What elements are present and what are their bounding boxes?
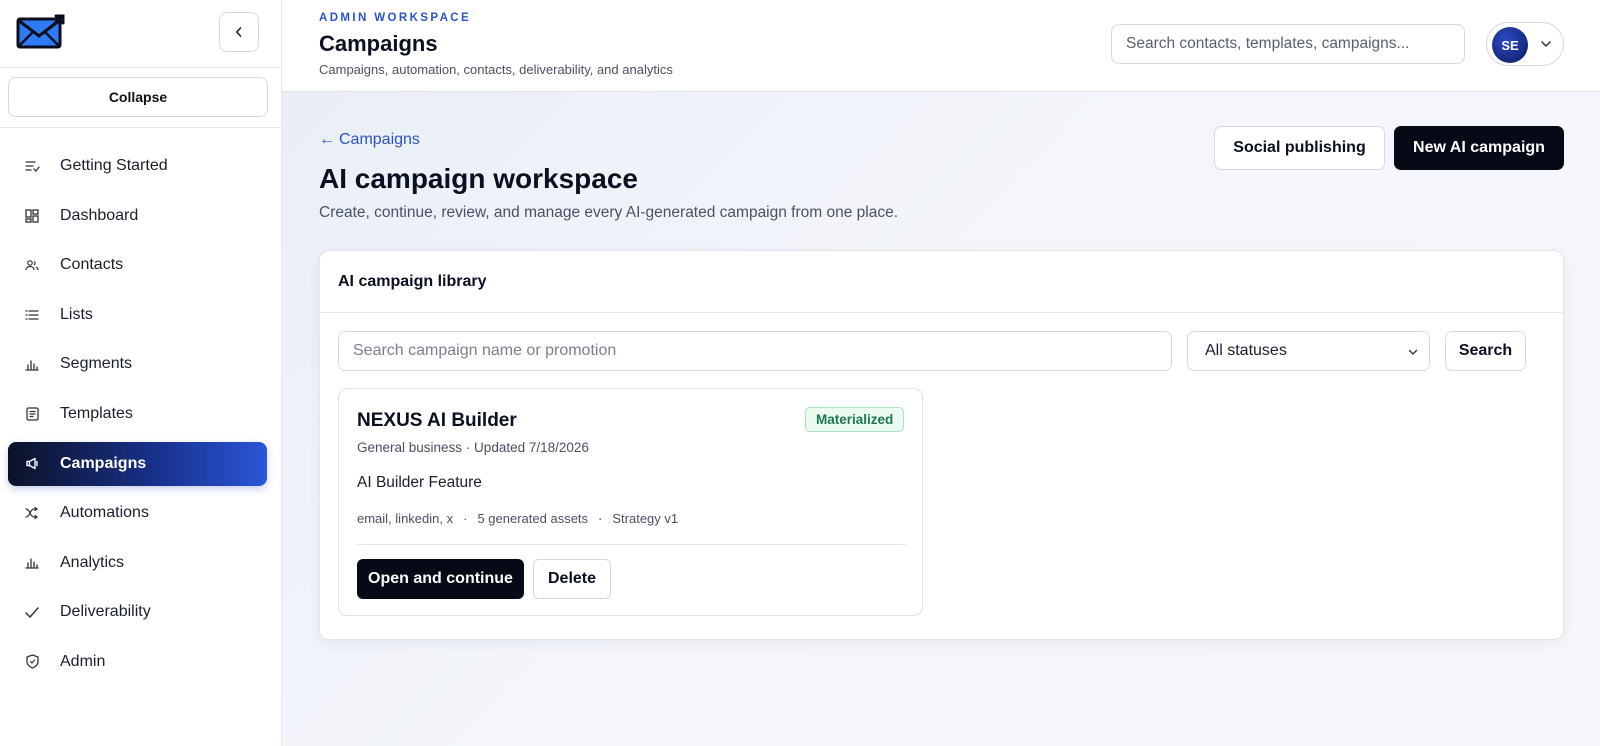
collapse-wrap: Collapse xyxy=(0,68,281,128)
document-icon xyxy=(24,406,40,422)
header-subtitle: Campaigns, automation, contacts, deliver… xyxy=(319,62,673,77)
contacts-icon xyxy=(24,257,40,273)
campaign-details: email, linkedin, x · 5 generated assets … xyxy=(357,511,678,526)
sidebar-item-label: Deliverability xyxy=(60,603,151,621)
campaign-library-panel: AI campaign library All statuses Search … xyxy=(319,250,1564,640)
campaign-meta: General business · Updated 7/18/2026 xyxy=(357,440,589,455)
page-subtitle: Create, continue, review, and manage eve… xyxy=(319,204,899,221)
sidebar-item-label: Templates xyxy=(60,404,133,422)
campaign-channels: email, linkedin, x xyxy=(357,511,454,526)
sidebar-item-automations[interactable]: Automations xyxy=(8,491,267,535)
main-content: ← Campaigns AI campaign workspace Create… xyxy=(282,92,1600,746)
page-title: AI campaign workspace xyxy=(319,163,639,194)
sidebar-item-label: Getting Started xyxy=(60,157,168,174)
mail-envelope-icon[interactable] xyxy=(16,14,66,50)
campaign-promotion: AI Builder Feature xyxy=(357,474,482,491)
list-icon xyxy=(24,307,40,323)
card-divider xyxy=(357,544,906,545)
campaign-title: NEXUS AI Builder xyxy=(357,410,517,431)
sidebar-item-templates[interactable]: Templates xyxy=(8,392,267,436)
sidebar-item-label: Dashboard xyxy=(60,206,139,224)
chevron-left-icon xyxy=(236,27,242,37)
sidebar-item-dashboard[interactable]: Dashboard xyxy=(8,194,267,238)
sidebar-item-label: Lists xyxy=(60,305,93,323)
header-title: Campaigns xyxy=(319,31,438,56)
separator-dot: · xyxy=(463,511,468,526)
check-icon xyxy=(24,604,40,620)
megaphone-icon xyxy=(24,456,40,472)
sidebar-item-label: Segments xyxy=(60,355,133,373)
delete-button[interactable]: Delete xyxy=(533,559,611,599)
status-filter-select[interactable]: All statuses xyxy=(1187,331,1430,371)
sidebar-item-contacts[interactable]: Contacts xyxy=(8,243,267,287)
campaign-search-input[interactable] xyxy=(338,331,1172,371)
sidebar-header xyxy=(0,0,281,68)
new-ai-campaign-button[interactable]: New AI campaign xyxy=(1394,126,1564,170)
sidebar-item-campaigns[interactable]: Campaigns xyxy=(8,441,267,486)
workspace-eyebrow: ADMIN WORKSPACE xyxy=(319,12,472,24)
shield-icon xyxy=(24,654,40,670)
campaign-assets: 5 generated assets xyxy=(477,511,589,526)
sidebar-item-admin[interactable]: Admin xyxy=(8,640,267,684)
sidebar-item-label: Automations xyxy=(60,504,149,522)
chevron-down-icon xyxy=(1541,41,1551,47)
sidebar-item-label: Admin xyxy=(60,652,106,670)
sidebar-item-analytics[interactable]: Analytics xyxy=(8,541,267,585)
search-button[interactable]: Search xyxy=(1445,331,1526,371)
dashboard-grid-icon xyxy=(24,208,40,224)
bar-chart-icon xyxy=(24,555,40,571)
global-search-input[interactable] xyxy=(1111,24,1465,64)
back-link-label: Campaigns xyxy=(339,131,420,148)
sidebar-item-label: Analytics xyxy=(60,553,125,571)
campaign-strategy: Strategy v1 xyxy=(612,511,679,526)
sidebar-item-lists[interactable]: Lists xyxy=(8,293,267,337)
sidebar-item-segments[interactable]: Segments xyxy=(8,342,267,386)
status-badge: Materialized xyxy=(805,407,905,432)
chevron-down-icon xyxy=(1408,349,1418,355)
checklist-icon xyxy=(24,158,40,174)
sidebar-item-label: Campaigns xyxy=(60,454,147,472)
sidebar-item-label: Contacts xyxy=(60,256,124,274)
shuffle-icon xyxy=(24,505,40,521)
separator-dot: · xyxy=(598,511,603,526)
collapse-button[interactable]: Collapse xyxy=(8,77,268,117)
sidebar: Collapse Getting Started Dashboard Conta… xyxy=(0,0,282,746)
sidebar-toggle-button[interactable] xyxy=(219,12,259,52)
sidebar-nav: Getting Started Dashboard Contacts Lists… xyxy=(0,128,281,684)
campaign-card: NEXUS AI Builder Materialized General bu… xyxy=(338,388,923,616)
sidebar-item-getting-started[interactable]: Getting Started xyxy=(8,144,267,188)
arrow-left-icon: ← xyxy=(319,131,335,148)
bar-chart-icon xyxy=(24,356,40,372)
social-publishing-button[interactable]: Social publishing xyxy=(1214,126,1385,170)
avatar[interactable]: SE xyxy=(1492,27,1528,63)
top-header: ADMIN WORKSPACE Campaigns Campaigns, aut… xyxy=(282,0,1600,92)
back-link[interactable]: ← Campaigns xyxy=(319,131,420,149)
open-and-continue-button[interactable]: Open and continue xyxy=(357,559,524,599)
sidebar-item-deliverability[interactable]: Deliverability xyxy=(8,590,267,634)
status-filter-value: All statuses xyxy=(1205,342,1287,359)
library-title: AI campaign library xyxy=(320,251,1563,313)
user-menu[interactable]: SE xyxy=(1486,22,1564,66)
